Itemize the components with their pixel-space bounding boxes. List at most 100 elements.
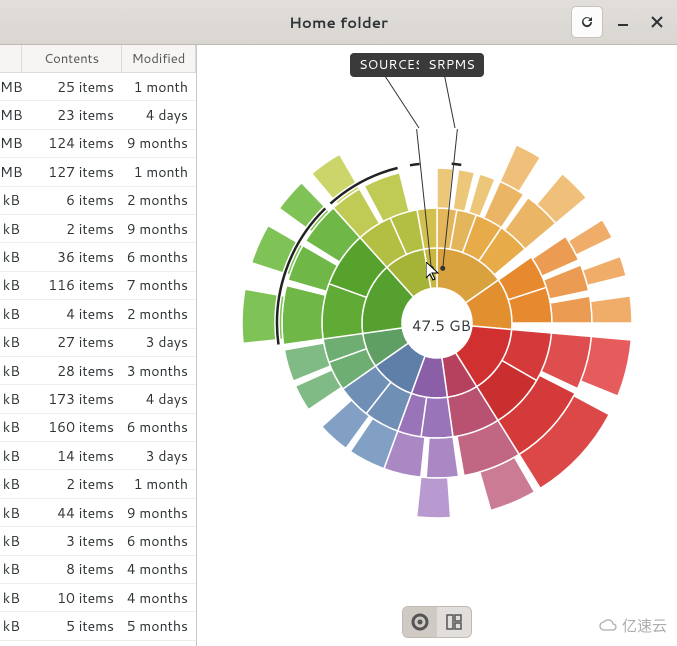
cell-modified: 4 months xyxy=(122,588,196,608)
table-row[interactable]: kB44 items9 months xyxy=(0,499,196,527)
view-toggle xyxy=(402,606,472,638)
table-row[interactable]: kB173 items4 days xyxy=(0,385,196,413)
cell-modified: 9 months xyxy=(122,503,196,523)
cell-size: kB xyxy=(0,559,22,579)
cell-modified: 4 days xyxy=(122,105,196,125)
table-header: Contents Modified xyxy=(0,45,196,73)
table-row[interactable]: kB14 items3 days xyxy=(0,442,196,470)
col-size-header[interactable] xyxy=(0,45,22,72)
cell-size: kB xyxy=(0,417,22,437)
refresh-icon xyxy=(579,14,595,30)
table-row[interactable]: MB127 items1 month xyxy=(0,158,196,186)
cell-modified: 4 months xyxy=(122,559,196,579)
table-row[interactable]: MB25 items1 month xyxy=(0,73,196,101)
minimize-icon xyxy=(618,17,628,27)
cell-modified: 6 months xyxy=(122,417,196,437)
table-row[interactable]: kB2 items1 month xyxy=(0,470,196,498)
cell-contents: 36 items xyxy=(22,247,122,267)
cell-contents: 23 items xyxy=(22,105,122,125)
col-contents-header[interactable]: Contents xyxy=(22,45,122,72)
ringchart-view-button[interactable] xyxy=(403,607,437,637)
cell-modified: 2 months xyxy=(122,190,196,210)
close-icon xyxy=(651,16,663,28)
cell-size: MB xyxy=(0,162,22,182)
cell-modified: 1 month xyxy=(122,77,196,97)
table-row[interactable]: MB23 items4 days xyxy=(0,101,196,129)
cell-contents: 127 items xyxy=(22,162,122,182)
table-row[interactable]: kB160 items6 months xyxy=(0,414,196,442)
table-row[interactable]: kB27 items3 days xyxy=(0,329,196,357)
cell-modified: 3 days xyxy=(122,446,196,466)
cell-contents: 8 items xyxy=(22,559,122,579)
cell-size: MB xyxy=(0,133,22,153)
refresh-button[interactable] xyxy=(571,6,603,38)
tooltip-srpms: SRPMS xyxy=(419,53,484,77)
cell-contents: 173 items xyxy=(22,389,122,409)
cell-modified: 2 months xyxy=(122,304,196,324)
table-row[interactable]: kB10 items4 months xyxy=(0,584,196,612)
cell-size: MB xyxy=(0,77,22,97)
cell-contents: 4 items xyxy=(22,304,122,324)
table-row[interactable]: kB36 items6 months xyxy=(0,243,196,271)
table-row[interactable]: kB5 items5 months xyxy=(0,612,196,640)
treemap-icon xyxy=(446,614,462,630)
cell-modified: 6 months xyxy=(122,247,196,267)
cell-modified: 5 months xyxy=(122,616,196,636)
table-row[interactable]: MB124 items9 months xyxy=(0,130,196,158)
cell-contents: 25 items xyxy=(22,77,122,97)
titlebar: Home folder xyxy=(0,0,677,45)
cell-size: kB xyxy=(0,361,22,381)
cell-contents: 124 items xyxy=(22,133,122,153)
watermark: 亿速云 xyxy=(598,615,667,636)
cell-modified: 7 months xyxy=(122,275,196,295)
cell-modified: 3 months xyxy=(122,361,196,381)
chart-pane: 47.5 GB SOURCES SRPMS 亿速 xyxy=(197,45,677,646)
cell-modified: 1 month xyxy=(122,162,196,182)
cell-size: MB xyxy=(0,105,22,125)
cell-size: kB xyxy=(0,588,22,608)
close-button[interactable] xyxy=(643,8,671,36)
cell-contents: 116 items xyxy=(22,275,122,295)
table-row[interactable]: kB116 items7 months xyxy=(0,272,196,300)
cell-modified: 9 months xyxy=(122,133,196,153)
cell-contents: 5 items xyxy=(22,616,122,636)
minimize-button[interactable] xyxy=(609,8,637,36)
table-row[interactable]: kB6 items2 months xyxy=(0,187,196,215)
cell-size: kB xyxy=(0,389,22,409)
cell-contents: 6 items xyxy=(22,190,122,210)
cell-contents: 3 items xyxy=(22,531,122,551)
table-row[interactable]: kB2 items9 months xyxy=(0,215,196,243)
cell-size: kB xyxy=(0,304,22,324)
table-row[interactable]: kB4 items2 months xyxy=(0,300,196,328)
cell-contents: 160 items xyxy=(22,417,122,437)
col-modified-header[interactable]: Modified xyxy=(122,45,196,72)
cell-size: kB xyxy=(0,474,22,494)
cell-contents: 2 items xyxy=(22,474,122,494)
cloud-icon xyxy=(598,618,618,634)
cell-modified: 6 months xyxy=(122,531,196,551)
cell-size: kB xyxy=(0,190,22,210)
table-row[interactable]: kB3 items6 months xyxy=(0,527,196,555)
cell-contents: 14 items xyxy=(22,446,122,466)
cell-size: kB xyxy=(0,219,22,239)
cell-size: kB xyxy=(0,503,22,523)
cell-contents: 27 items xyxy=(22,332,122,352)
treemap-view-button[interactable] xyxy=(437,607,471,637)
table-row[interactable]: kB8 items4 months xyxy=(0,556,196,584)
cell-size: kB xyxy=(0,531,22,551)
chart-center-label: 47.5 GB xyxy=(412,315,471,336)
table-row[interactable]: kB28 items3 months xyxy=(0,357,196,385)
cell-size: kB xyxy=(0,247,22,267)
cell-size: kB xyxy=(0,446,22,466)
cell-contents: 10 items xyxy=(22,588,122,608)
cell-size: kB xyxy=(0,616,22,636)
cell-size: kB xyxy=(0,332,22,352)
cell-modified: 9 months xyxy=(122,219,196,239)
cell-modified: 1 month xyxy=(122,474,196,494)
cell-contents: 44 items xyxy=(22,503,122,523)
window-title: Home folder xyxy=(289,12,388,33)
file-table: Contents Modified MB25 items1 monthMB23 … xyxy=(0,45,197,646)
cell-modified: 3 days xyxy=(122,332,196,352)
ringchart-icon xyxy=(411,613,429,631)
cell-size: kB xyxy=(0,275,22,295)
